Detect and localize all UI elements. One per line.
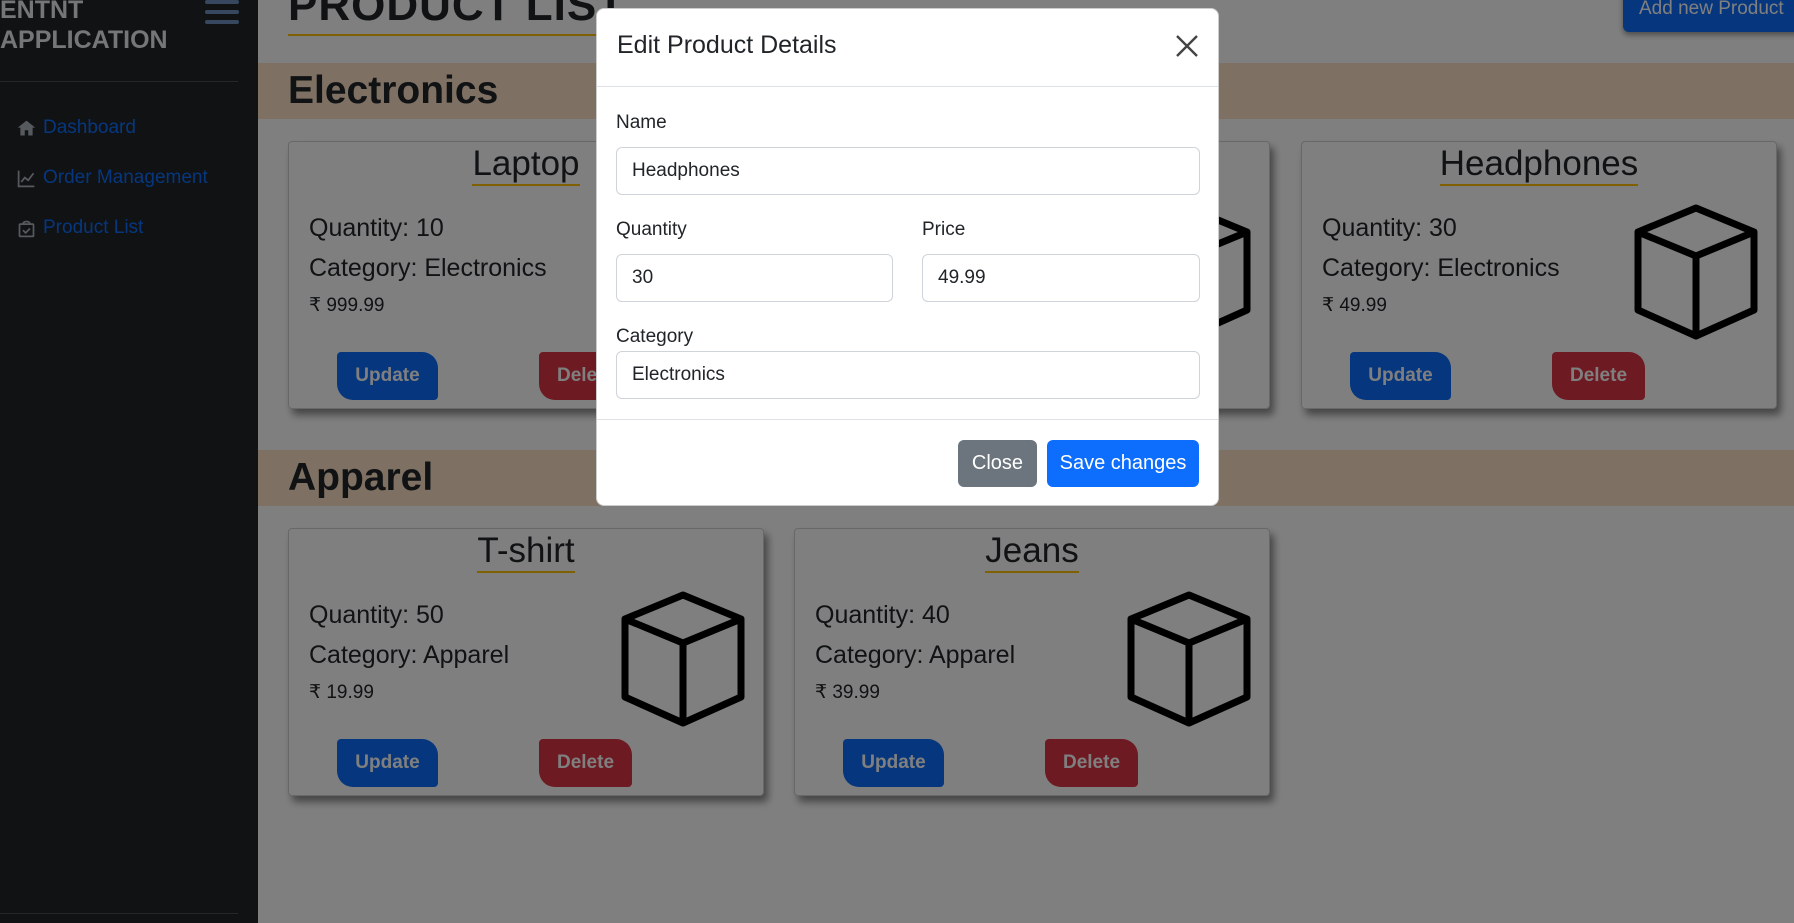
name-input[interactable]: Headphones xyxy=(616,147,1200,195)
name-label: Name xyxy=(616,112,667,133)
price-label: Price xyxy=(922,219,966,240)
save-changes-button[interactable]: Save changes xyxy=(1047,440,1199,487)
modal-footer-divider xyxy=(597,419,1218,420)
edit-product-modal: Edit Product Details Name Headphones Qua… xyxy=(596,8,1219,506)
close-button[interactable]: Close xyxy=(958,440,1037,487)
quantity-input[interactable]: 30 xyxy=(616,254,893,302)
category-input[interactable]: Electronics xyxy=(616,351,1200,399)
modal-header: Edit Product Details xyxy=(597,9,1218,87)
category-label: Category xyxy=(616,326,694,347)
price-input[interactable]: 49.99 xyxy=(922,254,1200,302)
quantity-label: Quantity xyxy=(616,219,687,240)
modal-title: Edit Product Details xyxy=(617,31,837,59)
close-icon[interactable] xyxy=(1174,33,1200,59)
